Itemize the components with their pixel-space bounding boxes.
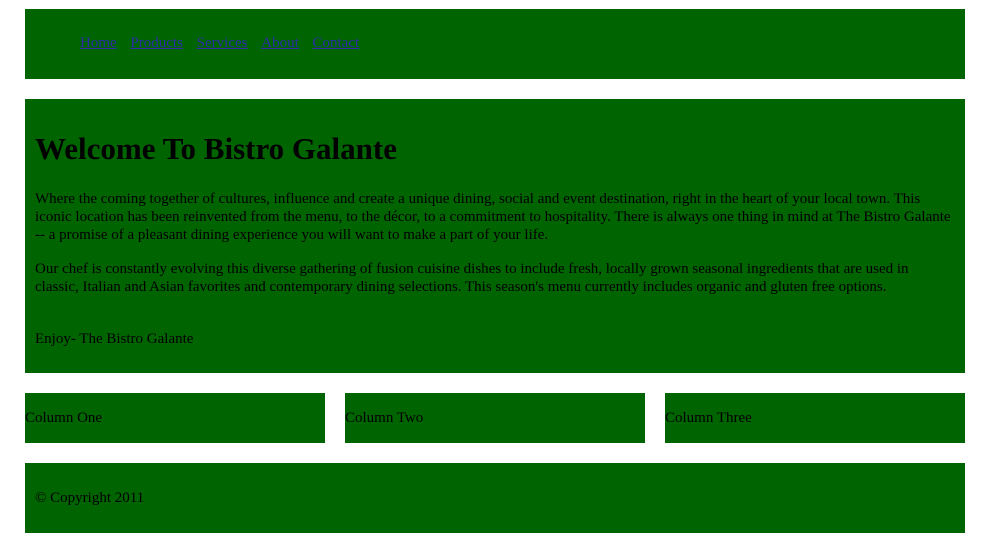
- main-nav: Home Products Services About Contact: [80, 34, 369, 52]
- nav-link-contact[interactable]: Contact: [313, 35, 360, 51]
- copyright-text: © Copyright 2011: [35, 490, 145, 506]
- signoff-paragraph: Enjoy- The Bistro Galante: [35, 331, 194, 347]
- nav-item-contact: Contact: [313, 35, 360, 51]
- column-three: Column Three: [665, 393, 965, 443]
- nav-link-products[interactable]: Products: [130, 35, 183, 51]
- site-footer: © Copyright 2011: [25, 463, 965, 533]
- nav-item-services: Services: [197, 35, 248, 51]
- nav-link-services[interactable]: Services: [197, 35, 248, 51]
- column-one: Column One: [25, 393, 325, 443]
- intro-paragraph: Where the coming together of cultures, i…: [35, 191, 951, 243]
- nav-item-products: Products: [130, 35, 183, 51]
- chef-paragraph: Our chef is constantly evolving this div…: [35, 261, 909, 295]
- column-one-label: Column One: [25, 410, 103, 426]
- main-content: Welcome To Bistro Galante Where the comi…: [25, 99, 965, 373]
- column-two: Column Two: [345, 393, 645, 443]
- column-two-label: Column Two: [345, 410, 424, 426]
- nav-item-home: Home: [80, 35, 117, 51]
- column-three-label: Column Three: [665, 410, 752, 426]
- nav-link-home[interactable]: Home: [80, 35, 117, 51]
- nav-link-about[interactable]: About: [261, 35, 299, 51]
- nav-item-about: About: [261, 35, 299, 51]
- site-header: Home Products Services About Contact: [25, 9, 965, 79]
- page-title: Welcome To Bistro Galante: [35, 131, 397, 166]
